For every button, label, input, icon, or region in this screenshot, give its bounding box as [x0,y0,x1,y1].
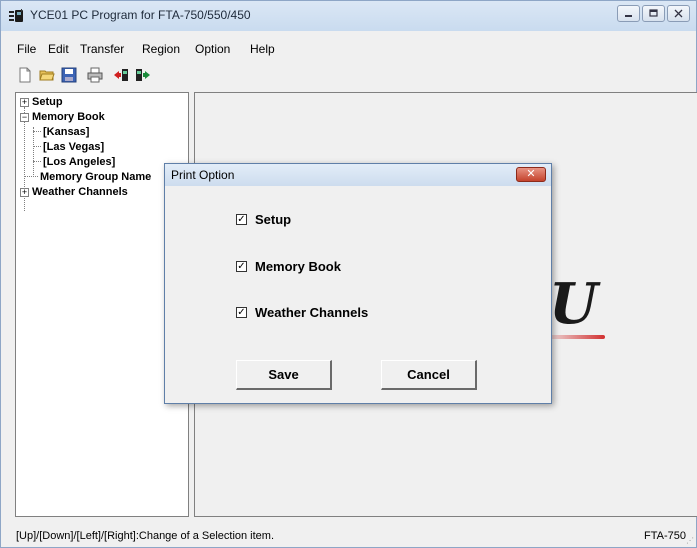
save-icon[interactable] [59,65,79,85]
menu-bar: File Edit Transfer Region Option Help [1,39,696,59]
new-file-icon[interactable] [15,65,35,85]
tree-item-las-vegas[interactable]: [Las Vegas] [43,141,104,153]
option-weather-channels[interactable]: ✓ Weather Channels [236,305,368,320]
close-icon[interactable] [667,5,690,22]
dialog-title-bar[interactable]: Print Option ✕ [165,164,551,186]
menu-file[interactable]: File [17,42,36,56]
dialog-title: Print Option [171,168,235,182]
weather-channels-checkbox[interactable]: ✓ [236,307,247,318]
memory-book-checkbox[interactable]: ✓ [236,261,247,272]
print-icon[interactable] [85,65,105,85]
menu-edit[interactable]: Edit [48,42,69,56]
tree-item-setup[interactable]: Setup [32,96,63,108]
tree-item-memory-book[interactable]: Memory Book [32,111,105,123]
expand-icon[interactable]: + [20,188,29,197]
tree-guide-line [33,127,34,175]
toolbar [15,65,153,87]
collapse-icon[interactable]: − [20,113,29,122]
tree-item-memory-group-name[interactable]: Memory Group Name [40,171,151,183]
menu-transfer[interactable]: Transfer [80,42,124,56]
tree-guide-line [24,176,38,177]
read-from-radio-icon[interactable] [111,65,131,85]
memory-book-label: Memory Book [255,259,341,274]
status-bar: [Up]/[Down]/[Left]/[Right]:Change of a S… [1,525,696,547]
title-bar[interactable]: YCE01 PC Program for FTA-750/550/450 [1,1,696,31]
tree-guide-line [33,146,41,147]
minimize-icon[interactable] [617,5,640,22]
option-setup[interactable]: ✓ Setup [236,212,291,227]
setup-checkbox[interactable]: ✓ [236,214,247,225]
option-memory-book[interactable]: ✓ Memory Book [236,259,341,274]
save-button[interactable]: Save [236,360,332,390]
tree-view[interactable]: + Setup − Memory Book [Kansas] [Las Vega… [15,92,189,517]
maximize-icon[interactable] [642,5,665,22]
weather-channels-label: Weather Channels [255,305,369,320]
tree-guide-line [33,161,41,162]
setup-label: Setup [255,212,292,227]
status-model: FTA-750 [644,530,686,542]
tree-guide-line [33,131,41,132]
dialog-body: ✓ Setup ✓ Memory Book ✓ Weather Channels [166,186,550,402]
window-controls [617,5,690,22]
brand-logo-fragment: U [549,271,598,337]
main-window: YCE01 PC Program for FTA-750/550/450 Fil… [0,0,697,548]
expand-icon[interactable]: + [20,98,29,107]
tree-item-los-angeles[interactable]: [Los Angeles] [43,156,115,168]
open-folder-icon[interactable] [37,65,57,85]
tree-item-weather-channels[interactable]: Weather Channels [32,186,128,198]
cancel-button[interactable]: Cancel [381,360,477,390]
write-to-radio-icon[interactable] [133,65,153,85]
menu-region[interactable]: Region [142,42,180,56]
print-option-dialog: Print Option ✕ ✓ Setup ✓ Memory Book ✓ W… [164,163,552,404]
status-hint: [Up]/[Down]/[Left]/[Right]:Change of a S… [16,530,275,542]
app-icon [9,9,25,23]
window-title: YCE01 PC Program for FTA-750/550/450 [30,8,251,22]
resize-grip-icon[interactable]: ⋰ [686,536,694,545]
tree-item-kansas[interactable]: [Kansas] [43,126,89,138]
menu-help[interactable]: Help [250,42,275,56]
menu-option[interactable]: Option [195,42,230,56]
dialog-close-icon[interactable]: ✕ [516,167,546,182]
